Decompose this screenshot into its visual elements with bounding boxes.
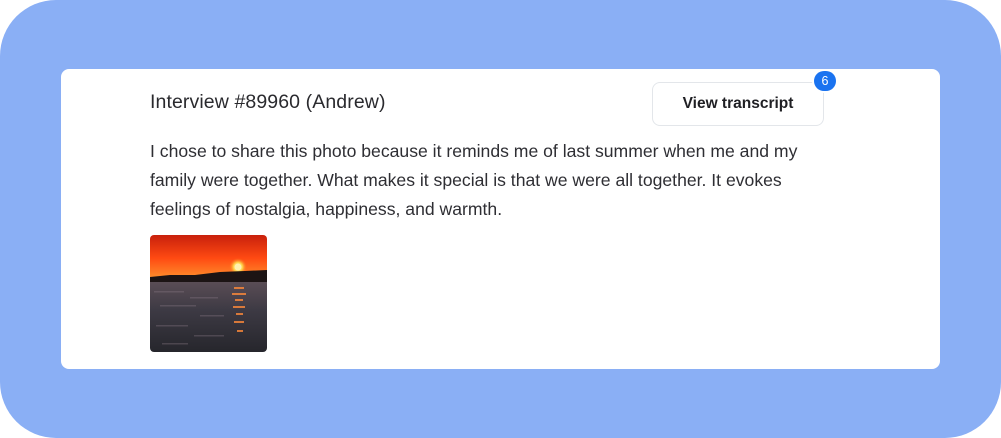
view-transcript-button[interactable]: View transcript bbox=[652, 82, 824, 126]
transcript-count-badge: 6 bbox=[814, 71, 836, 91]
sunset-over-water-photo bbox=[150, 235, 267, 352]
interview-card: Interview #89960 (Andrew) View transcrip… bbox=[61, 69, 940, 369]
view-transcript-label: View transcript bbox=[682, 95, 794, 112]
interview-response-text: I chose to share this photo because it r… bbox=[150, 141, 798, 219]
page-background: Interview #89960 (Andrew) View transcrip… bbox=[0, 0, 1001, 438]
shared-photo[interactable] bbox=[150, 235, 267, 352]
interview-title: Interview #89960 (Andrew) bbox=[150, 91, 386, 113]
